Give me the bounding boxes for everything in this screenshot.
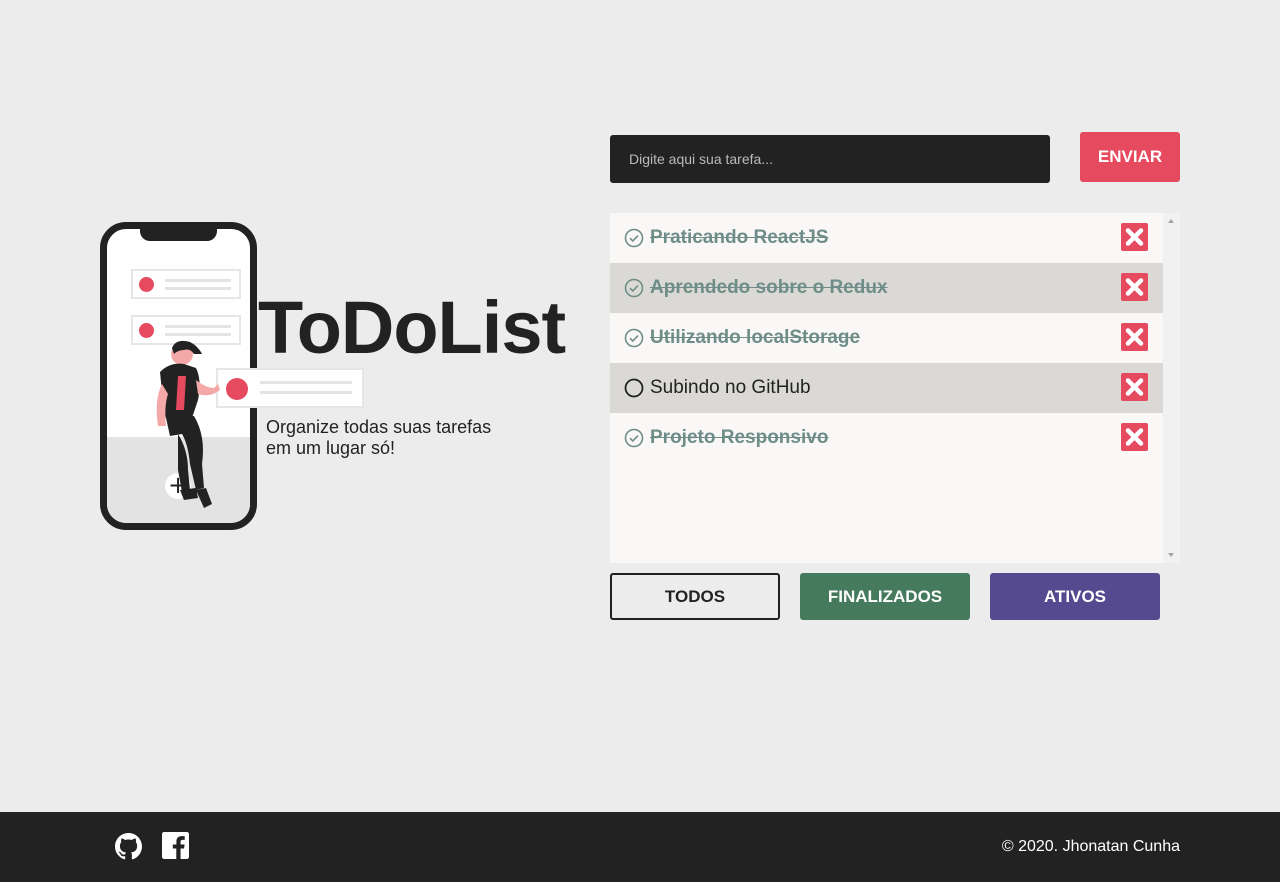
subtitle-line: em um lugar só! [266,438,396,458]
task-items: Praticando ReactJS Aprendedo sobre o Redu… [610,213,1163,463]
copyright-text: © 2020. Jhonatan Cunha [1001,838,1180,855]
person-illustration [156,340,220,508]
task-input[interactable] [610,135,1050,183]
check-circle-icon[interactable] [624,328,644,348]
task-item[interactable]: Aprendedo sobre o Redux [610,263,1163,313]
github-icon[interactable] [115,833,142,860]
scrollbar[interactable] [1163,213,1180,563]
check-circle-icon[interactable] [624,278,644,298]
task-item[interactable]: Subindo no GitHub [610,363,1163,413]
delete-icon[interactable] [1121,273,1148,301]
filter-all-button[interactable]: TODOS [610,573,780,620]
phone-notch [140,229,217,241]
illustration-card [216,368,364,408]
task-item[interactable]: Praticando ReactJS [610,213,1163,263]
task-item[interactable]: Utilizando localStorage [610,313,1163,363]
filter-done-button[interactable]: FINALIZADOS [800,573,970,620]
scroll-down-arrow-icon[interactable] [1168,553,1174,557]
illustration-card [131,269,241,299]
delete-icon[interactable] [1121,373,1148,401]
task-item[interactable]: Projeto Responsivo [610,413,1163,463]
task-list[interactable]: Praticando ReactJS Aprendedo sobre o Redu… [610,213,1180,563]
task-text: Praticando ReactJS [650,227,829,248]
app-title: ToDoList [258,286,566,369]
app-subtitle: Organize todas suas tarefas em um lugar … [266,417,506,459]
footer: © 2020. Jhonatan Cunha [0,812,1280,882]
task-text: Subindo no GitHub [650,377,811,398]
task-text: Utilizando localStorage [650,327,861,348]
scroll-up-arrow-icon[interactable] [1168,219,1174,223]
task-text: Projeto Responsivo [650,427,829,448]
subtitle-line: Organize todas suas tarefas [266,417,492,437]
task-text: Aprendedo sobre o Redux [650,277,888,298]
hero: + ToDoList Organize todas suas tarefas e… [100,222,580,532]
send-button[interactable]: ENVIAR [1080,132,1180,182]
check-circle-icon[interactable] [624,228,644,248]
circle-icon[interactable] [624,378,644,398]
delete-icon[interactable] [1121,323,1148,351]
facebook-icon[interactable] [162,832,189,859]
delete-icon[interactable] [1121,223,1148,251]
filter-active-button[interactable]: ATIVOS [990,573,1160,620]
check-circle-icon[interactable] [624,428,644,448]
delete-icon[interactable] [1121,423,1148,451]
